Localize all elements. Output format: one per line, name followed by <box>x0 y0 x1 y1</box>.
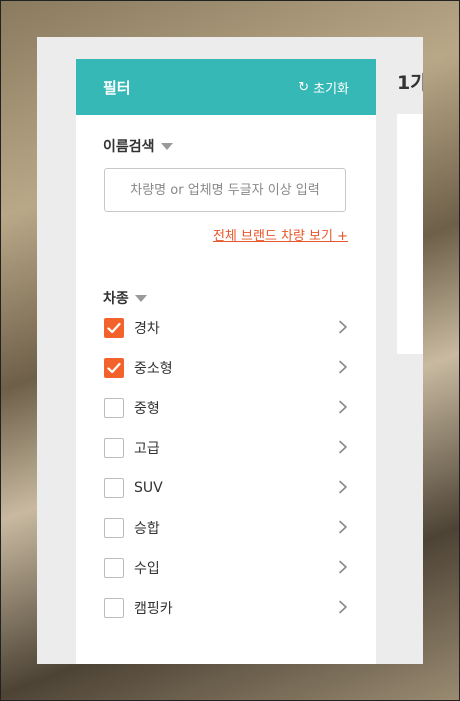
checkbox[interactable] <box>104 598 124 618</box>
car-type-label: 고급 <box>134 441 160 457</box>
reset-label: 초기화 <box>313 82 349 97</box>
results-title: 1가 <box>397 72 423 94</box>
chevron-right-icon[interactable] <box>338 479 348 498</box>
car-type-label: 중형 <box>134 401 160 417</box>
car-type-label: 중소형 <box>134 361 173 377</box>
filter-panel: 1가 필터 ↻ 초기화 이름검색 전체 브랜드 차량 보기 + 차종 경차중소형… <box>37 37 423 664</box>
chevron-right-icon[interactable] <box>338 439 348 458</box>
car-type-title-label: 차종 <box>103 291 129 307</box>
checkbox[interactable] <box>104 398 124 418</box>
chevron-right-icon[interactable] <box>338 359 348 378</box>
car-type-label: SUV <box>134 480 163 496</box>
chevron-right-icon[interactable] <box>338 319 348 338</box>
checkbox[interactable] <box>104 318 124 338</box>
car-type-item[interactable]: SUV <box>104 477 348 499</box>
car-type-item[interactable]: 고급 <box>104 437 348 459</box>
caret-down-icon <box>160 142 173 150</box>
name-search-title-label: 이름검색 <box>103 139 155 155</box>
filter-sidebar: 필터 ↻ 초기화 이름검색 전체 브랜드 차량 보기 + 차종 경차중소형중형고… <box>76 59 376 664</box>
check-icon <box>107 322 121 334</box>
filter-title: 필터 <box>103 79 131 97</box>
results-card <box>397 114 423 354</box>
all-brands-link[interactable]: 전체 브랜드 차량 보기 + <box>213 225 348 244</box>
checkbox[interactable] <box>104 518 124 538</box>
checkbox[interactable] <box>104 558 124 578</box>
car-type-item[interactable]: 중소형 <box>104 357 348 379</box>
checkbox[interactable] <box>104 358 124 378</box>
car-type-item[interactable]: 수입 <box>104 557 348 579</box>
car-type-item[interactable]: 경차 <box>104 317 348 339</box>
name-search-title[interactable]: 이름검색 <box>103 136 173 156</box>
car-type-label: 경차 <box>134 321 160 337</box>
car-type-item[interactable]: 승합 <box>104 517 348 539</box>
check-icon <box>107 362 121 374</box>
checkbox[interactable] <box>104 478 124 498</box>
chevron-right-icon[interactable] <box>338 559 348 578</box>
car-type-label: 승합 <box>134 521 160 537</box>
car-type-item[interactable]: 중형 <box>104 397 348 419</box>
car-type-label: 수입 <box>134 561 160 577</box>
car-type-label: 캠핑카 <box>134 601 173 617</box>
reset-button[interactable]: ↻ 초기화 <box>298 78 349 97</box>
checkbox[interactable] <box>104 438 124 458</box>
car-type-item[interactable]: 캠핑카 <box>104 597 348 619</box>
chevron-right-icon[interactable] <box>338 519 348 538</box>
chevron-right-icon[interactable] <box>338 399 348 418</box>
filter-header: 필터 ↻ 초기화 <box>76 59 376 115</box>
car-type-title[interactable]: 차종 <box>103 288 147 308</box>
refresh-icon: ↻ <box>298 80 310 95</box>
chevron-right-icon[interactable] <box>338 599 348 618</box>
caret-down-icon <box>134 294 147 302</box>
search-input[interactable] <box>104 168 346 212</box>
